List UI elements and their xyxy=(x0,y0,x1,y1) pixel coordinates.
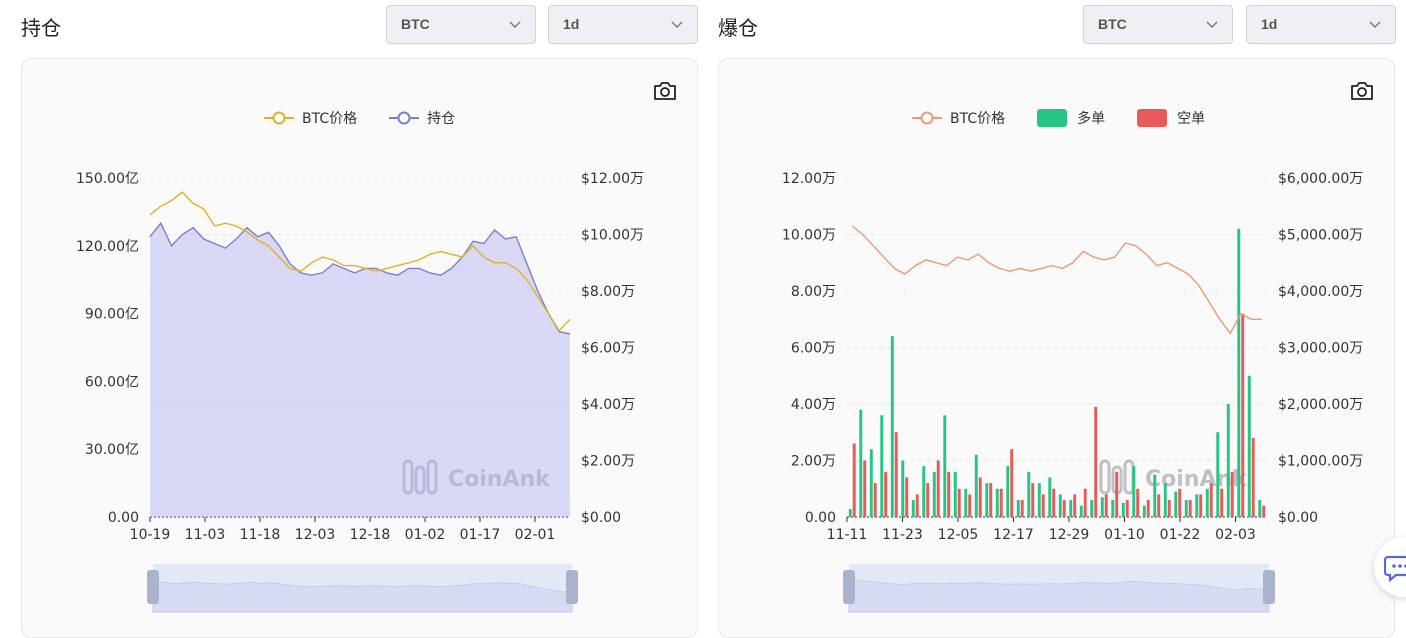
legend-line-icon xyxy=(912,111,942,125)
legend-label: BTC价格 xyxy=(950,111,1006,127)
chart-card xyxy=(718,58,1395,638)
legend-line-icon xyxy=(264,111,294,125)
legend-item-price[interactable]: BTC价格 xyxy=(264,108,357,128)
legend-label: 多单 xyxy=(1077,111,1106,127)
legend-swatch xyxy=(1137,109,1168,127)
chart-card xyxy=(21,58,698,638)
legend-label: 持仓 xyxy=(427,111,456,127)
legend-swatch xyxy=(1037,109,1068,127)
open-interest-panel: 持仓 BTC 1d BTC价格 持仓 0.00 30.00亿 60.00亿 90.00… xyxy=(0,0,700,638)
interval-select-value: 1d xyxy=(563,16,580,32)
legend-item-oi[interactable]: 持仓 xyxy=(389,108,455,128)
coin-select[interactable]: BTC xyxy=(1083,5,1233,44)
legend-label: BTC价格 xyxy=(302,111,358,127)
legend-line-icon xyxy=(389,111,420,125)
coin-select[interactable]: BTC xyxy=(386,5,536,44)
coin-select-value: BTC xyxy=(1098,16,1127,32)
legend-item-price[interactable]: BTC价格 xyxy=(912,108,1005,128)
panel-title: 持仓 xyxy=(21,16,61,40)
legend-item-short[interactable]: 空单 xyxy=(1137,108,1205,128)
interval-select-value: 1d xyxy=(1261,16,1278,32)
chevron-down-icon xyxy=(509,21,521,28)
chevron-down-icon xyxy=(1369,21,1381,28)
camera-icon[interactable] xyxy=(1349,79,1375,103)
chevron-down-icon xyxy=(671,21,683,28)
coin-select-value: BTC xyxy=(401,16,430,32)
chat-icon xyxy=(1384,555,1406,582)
chevron-down-icon xyxy=(1206,21,1218,28)
chart-legend: BTC价格 持仓 xyxy=(264,108,487,128)
legend-item-long[interactable]: 多单 xyxy=(1037,108,1105,128)
interval-select[interactable]: 1d xyxy=(1246,5,1396,44)
panel-title: 爆仓 xyxy=(718,16,758,40)
liquidation-panel: 爆仓 BTC 1d BTC价格 多单 空单 0.00 2.00万 4.00万 6.00… xyxy=(697,0,1406,638)
legend-label: 空单 xyxy=(1177,111,1206,127)
camera-icon[interactable] xyxy=(652,79,678,103)
interval-select[interactable]: 1d xyxy=(548,5,698,44)
chart-legend: BTC价格 多单 空单 xyxy=(912,108,1237,128)
